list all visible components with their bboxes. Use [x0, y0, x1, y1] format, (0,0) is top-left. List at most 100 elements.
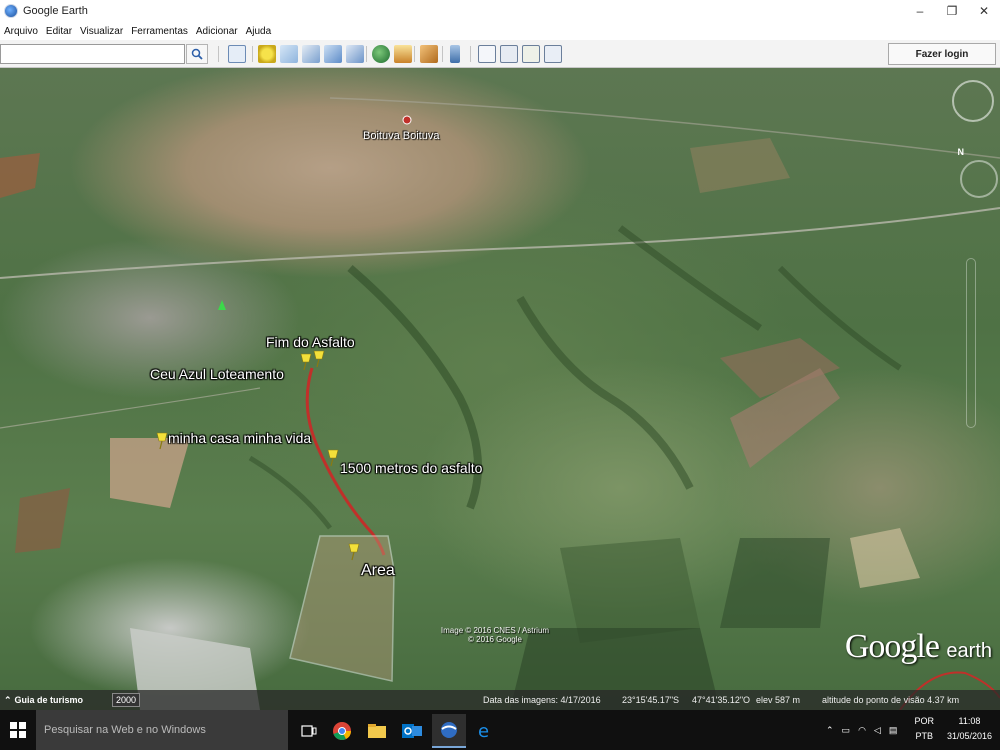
menu-bar: Arquivo Editar Visualizar Ferramentas Ad…	[0, 22, 1000, 40]
title-bar: Google Earth – ❐ ✕	[0, 0, 1000, 22]
north-indicator[interactable]: N	[958, 147, 965, 157]
toolbar: Fazer login	[0, 40, 1000, 68]
logo-text: Google	[844, 628, 940, 665]
status-bar: ⌃ Guia de turismo 2000 Data das imagens:…	[0, 690, 1000, 710]
add-placemark-icon[interactable]	[258, 45, 276, 63]
add-path-icon[interactable]	[302, 45, 320, 63]
google-earth-window: Google Earth – ❐ ✕ Arquivo Editar Visual…	[0, 0, 1000, 750]
zoom-slider[interactable]	[966, 258, 976, 428]
show-hidden-icons[interactable]: ⌃	[826, 725, 834, 736]
taskbar-file-explorer[interactable]	[360, 714, 394, 748]
taskbar-clock[interactable]: 11:08 31/05/2016	[947, 714, 992, 744]
notifications-icon[interactable]: ▤	[889, 725, 898, 736]
look-joystick[interactable]	[960, 160, 998, 198]
placemark-pin-icon[interactable]	[347, 543, 361, 561]
menu-adicionar[interactable]: Adicionar	[192, 26, 242, 37]
svg-text:e: e	[478, 721, 489, 741]
search-button[interactable]	[186, 44, 208, 64]
credits-line-1: Image © 2016 CNES / Astrium	[440, 626, 550, 635]
wifi-icon[interactable]: ◠	[858, 725, 866, 736]
toolbar-separator	[366, 46, 367, 62]
minimize-button[interactable]: –	[904, 0, 936, 22]
planets-icon[interactable]	[420, 45, 438, 63]
credits-line-2: © 2016 Google	[468, 635, 522, 644]
placemark-pin-icon[interactable]	[312, 350, 326, 368]
map-viewport[interactable]: Boituva Boituva Fim do Asfalto Ceu Azul …	[0, 68, 1000, 710]
taskbar-outlook[interactable]	[395, 714, 429, 748]
ruler-icon[interactable]	[450, 45, 460, 63]
close-button[interactable]: ✕	[968, 0, 1000, 22]
task-view-icon	[301, 725, 317, 737]
sidebar-toggle-icon[interactable]	[228, 45, 246, 63]
view-in-maps-icon[interactable]	[544, 45, 562, 63]
taskbar-chrome[interactable]	[325, 714, 359, 748]
terrain-overlay	[0, 97, 1000, 710]
start-button[interactable]	[0, 710, 36, 750]
search-icon	[191, 48, 203, 60]
logo-suffix: earth	[946, 640, 992, 662]
placemark-pin-icon[interactable]	[155, 432, 169, 450]
toolbar-separator	[414, 46, 415, 62]
clock-date: 31/05/2016	[946, 731, 992, 741]
record-tour-icon[interactable]	[346, 45, 364, 63]
toolbar-separator	[218, 46, 219, 62]
language-top: POR	[914, 716, 934, 726]
longitude-readout: 47°41'35.12"O	[692, 695, 751, 705]
add-polygon-icon[interactable]	[280, 45, 298, 63]
search-input[interactable]	[0, 44, 185, 64]
placemark-pin-icon[interactable]	[299, 353, 313, 371]
placemark-label-fim-do-asfalto[interactable]: Fim do Asfalto	[266, 334, 355, 350]
menu-ferramentas[interactable]: Ferramentas	[127, 26, 192, 37]
windows-logo-icon	[10, 722, 26, 738]
latitude-readout: 23°15'45.17"S	[622, 695, 680, 705]
add-image-overlay-icon[interactable]	[324, 45, 342, 63]
save-image-icon[interactable]	[522, 45, 540, 63]
windows-taskbar: Pesquisar na Web e no Windows e ⌃ ▭ ◠ ◁ …	[0, 710, 1000, 750]
folder-icon	[368, 724, 386, 738]
login-button[interactable]: Fazer login	[888, 43, 996, 65]
maximize-button[interactable]: ❐	[936, 0, 968, 22]
year-label: 2000	[116, 695, 137, 705]
menu-editar[interactable]: Editar	[42, 26, 76, 37]
menu-arquivo[interactable]: Arquivo	[0, 26, 42, 37]
menu-visualizar[interactable]: Visualizar	[76, 26, 127, 37]
language-bottom: PTB	[915, 731, 933, 741]
historical-imagery-icon[interactable]	[372, 45, 390, 63]
tour-guide-label: Guia de turismo	[14, 695, 84, 705]
battery-icon[interactable]: ▭	[842, 725, 851, 736]
taskbar-edge[interactable]: e	[468, 714, 502, 748]
placemark-pin-icon[interactable]	[326, 449, 340, 467]
placemark-label-minha-casa[interactable]: minha casa minha vida	[168, 430, 311, 446]
tour-guide-button[interactable]: ⌃ Guia de turismo	[4, 693, 83, 707]
taskbar-google-earth[interactable]	[432, 714, 466, 748]
clock-time: 11:08	[958, 716, 981, 726]
volume-icon[interactable]: ◁	[874, 725, 881, 736]
window-title: Google Earth	[23, 5, 88, 17]
language-indicator[interactable]: POR PTB	[914, 714, 934, 744]
sunlight-icon[interactable]	[394, 45, 412, 63]
system-tray: ⌃ ▭ ◠ ◁ ▤	[826, 710, 897, 750]
imagery-date: Data das imagens: 4/17/2016	[483, 695, 601, 705]
placemark-label-ceu-azul[interactable]: Ceu Azul Loteamento	[150, 366, 284, 382]
window-controls: – ❐ ✕	[904, 0, 1000, 22]
google-earth-taskbar-icon	[441, 722, 457, 738]
navigation-compass[interactable]	[952, 80, 994, 122]
taskbar-search-box[interactable]: Pesquisar na Web e no Windows	[36, 710, 288, 750]
task-view-button[interactable]	[292, 714, 326, 748]
google-earth-logo: Google earth	[845, 628, 992, 666]
placemark-label-1500-metros[interactable]: 1500 metros do asfalto	[340, 460, 482, 476]
google-earth-app-icon	[4, 4, 18, 18]
city-label: Boituva Boituva	[363, 130, 440, 142]
toolbar-separator	[442, 46, 443, 62]
print-icon[interactable]	[500, 45, 518, 63]
email-icon[interactable]	[478, 45, 496, 63]
elevation-readout: elev 587 m	[756, 695, 801, 705]
toolbar-separator	[470, 46, 471, 62]
placemark-label-area[interactable]: Area	[361, 562, 395, 580]
toolbar-separator	[252, 46, 253, 62]
edge-icon: e	[478, 721, 489, 741]
chrome-icon	[333, 722, 351, 740]
historical-year-button[interactable]: 2000	[112, 693, 141, 707]
eye-altitude-readout: altitude do ponto de visão 4.37 km	[822, 695, 960, 705]
menu-ajuda[interactable]: Ajuda	[242, 26, 276, 37]
